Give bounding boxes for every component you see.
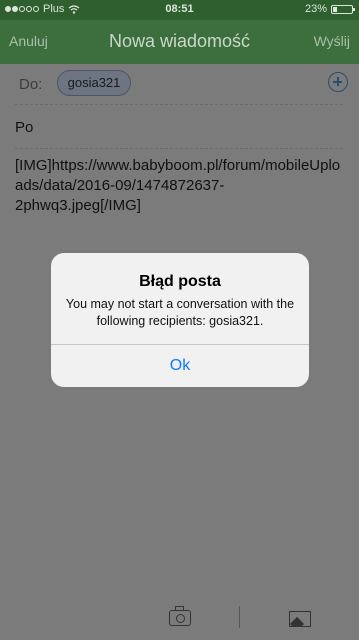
bottom-toolbar xyxy=(0,596,359,640)
send-button[interactable]: Wyślij xyxy=(314,33,350,49)
to-label: Do: xyxy=(19,76,43,93)
image-icon[interactable] xyxy=(289,611,311,627)
divider xyxy=(15,104,343,105)
error-alert-dialog: Błąd posta You may not start a conversat… xyxy=(51,253,309,387)
camera-icon[interactable] xyxy=(169,606,191,626)
page-title: Nowa wiadomość xyxy=(108,31,251,51)
message-body-field[interactable]: [IMG]https://www.babyboom.pl/forum/mobil… xyxy=(15,156,345,216)
battery-group: 23% xyxy=(304,3,355,15)
battery-icon xyxy=(331,4,355,14)
battery-percent: 23% xyxy=(304,3,327,15)
alert-title: Błąd posta xyxy=(139,273,221,290)
add-recipient-icon[interactable] xyxy=(328,72,348,92)
ok-button[interactable]: Ok xyxy=(51,345,309,387)
alert-message: You may not start a conversation with th… xyxy=(65,297,295,328)
navigation-bar: Anuluj Nowa wiadomość Wyślij xyxy=(0,20,359,64)
divider xyxy=(15,148,343,149)
screen: Plus 08:51 23% Anuluj Nowa wiadomość Wyś… xyxy=(0,0,359,640)
recipients-row: Do: gosia321 xyxy=(0,64,359,104)
subject-field[interactable]: Po xyxy=(15,119,33,136)
status-bar: Plus 08:51 23% xyxy=(0,0,359,20)
toolbar-divider xyxy=(239,606,240,628)
recipient-chip[interactable]: gosia321 xyxy=(57,70,131,96)
